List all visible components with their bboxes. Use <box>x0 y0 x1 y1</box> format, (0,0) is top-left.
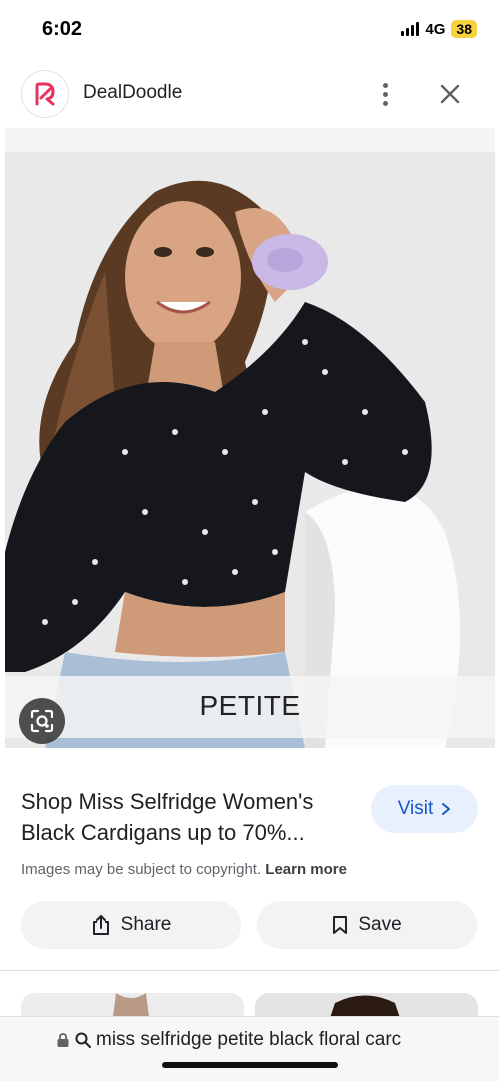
share-button[interactable]: Share <box>21 901 241 949</box>
brand-logo-icon <box>21 70 69 118</box>
bookmark-icon <box>333 916 348 934</box>
image-top-band <box>5 128 495 152</box>
url-bar[interactable]: miss selfridge petite black floral carc <box>0 1016 499 1081</box>
app-header: DealDoodle <box>0 62 499 126</box>
status-indicators: 4G 38 <box>401 20 477 38</box>
lock-icon <box>57 1033 69 1047</box>
share-label: Share <box>120 914 172 935</box>
visit-label: Visit <box>397 798 434 819</box>
copyright-notice: Images may be subject to copyright. Lear… <box>21 861 347 878</box>
section-divider <box>0 970 499 971</box>
search-icon <box>75 1032 91 1048</box>
app-name: DealDoodle <box>83 82 183 103</box>
visit-button[interactable]: Visit <box>371 785 478 833</box>
status-bar: 6:02 4G 38 <box>0 0 499 62</box>
more-vert-icon[interactable] <box>374 77 396 111</box>
learn-more-link[interactable]: Learn more <box>265 861 347 878</box>
battery-level: 38 <box>451 20 477 38</box>
product-photo <box>5 152 495 748</box>
lens-icon[interactable] <box>19 698 65 744</box>
url-text: miss selfridge petite black floral carc <box>96 1029 402 1050</box>
product-image[interactable]: PETITE <box>5 128 495 748</box>
copyright-text: Images may be subject to copyright. <box>21 861 262 878</box>
chevron-right-icon <box>442 803 451 815</box>
home-indicator[interactable] <box>162 1062 338 1068</box>
signal-icon <box>401 22 420 36</box>
product-title: Shop Miss Selfridge Women's Black Cardig… <box>21 789 314 845</box>
url-row: miss selfridge petite black floral carc <box>56 1029 446 1051</box>
share-icon <box>92 915 109 935</box>
save-label: Save <box>358 914 402 935</box>
save-button[interactable]: Save <box>257 901 477 949</box>
close-icon[interactable] <box>434 78 466 110</box>
petite-label: PETITE <box>199 690 301 721</box>
network-type: 4G <box>425 20 446 38</box>
status-time: 6:02 <box>42 18 83 40</box>
